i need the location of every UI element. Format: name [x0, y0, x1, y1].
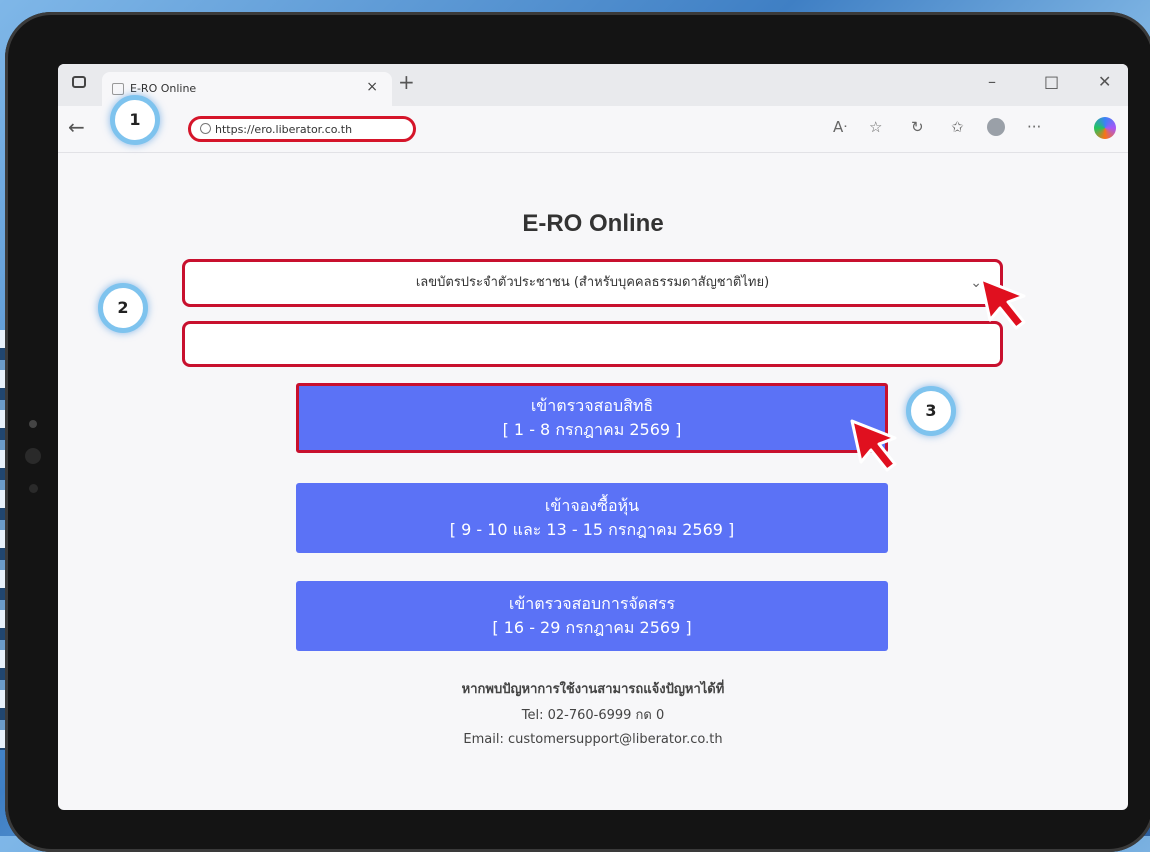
- browser-toolbar: ← https://ero.liberator.co.th Aᐧ ☆ ↻ ✩ ·…: [58, 106, 1128, 153]
- back-button[interactable]: ←: [68, 115, 85, 139]
- address-bar[interactable]: https://ero.liberator.co.th: [188, 116, 416, 142]
- step-1-badge: 1: [110, 95, 160, 145]
- favorites-icon[interactable]: ✩: [951, 118, 964, 136]
- step-3-badge: 3: [906, 386, 956, 436]
- tab-title: E-RO Online: [130, 82, 197, 95]
- contact-email: Email: customersupport@liberator.co.th: [463, 732, 723, 747]
- tab-actions-icon[interactable]: [72, 76, 86, 88]
- page-title: E-RO Online: [522, 210, 664, 237]
- tab-bar: E-RO Online × + – □ ✕: [58, 64, 1128, 106]
- check-allocation-label: เข้าตรวจสอบการจัดสรร: [508, 594, 676, 613]
- copilot-icon[interactable]: [1094, 117, 1116, 139]
- contact-heading: หากพบปัญหาการใช้งานสามารถแจ้งปัญหาได้ที่: [461, 682, 725, 697]
- cursor-arrow-icon: [850, 419, 897, 472]
- lock-icon: [200, 123, 211, 134]
- tablet-frame: E-RO Online × + – □ ✕ ← https://ero.libe…: [5, 12, 1150, 852]
- cursor-arrow-icon: [979, 277, 1026, 330]
- browser-window: E-RO Online × + – □ ✕ ← https://ero.libe…: [58, 64, 1128, 810]
- check-allocation-dates: [ 16 - 29 กรกฎาคม 2569 ]: [492, 618, 692, 637]
- subscribe-shares-button[interactable]: เข้าจองซื้อหุ้น [ 9 - 10 และ 13 - 15 กรก…: [296, 483, 888, 553]
- maximize-button[interactable]: □: [1044, 72, 1059, 91]
- read-aloud-icon[interactable]: Aᐧ: [833, 118, 847, 136]
- id-type-select-value: เลขบัตรประจำตัวประชาชน (สำหรับบุคคลธรรมด…: [415, 275, 770, 290]
- close-tab-button[interactable]: ×: [366, 79, 378, 95]
- new-tab-button[interactable]: +: [398, 70, 415, 94]
- url-text: https://ero.liberator.co.th: [215, 123, 353, 136]
- subscribe-shares-dates: [ 9 - 10 และ 13 - 15 กรกฎาคม 2569 ]: [449, 520, 735, 539]
- sensor-icon: [25, 448, 41, 464]
- minimize-button[interactable]: –: [988, 72, 996, 91]
- subscribe-shares-label: เข้าจองซื้อหุ้น: [544, 496, 640, 515]
- id-number-input[interactable]: [182, 321, 1003, 367]
- id-type-select[interactable]: เลขบัตรประจำตัวประชาชน (สำหรับบุคคลธรรมด…: [182, 259, 1003, 307]
- favicon-icon: [112, 83, 124, 95]
- check-allocation-button[interactable]: เข้าตรวจสอบการจัดสรร [ 16 - 29 กรกฎาคม 2…: [296, 581, 888, 651]
- close-window-button[interactable]: ✕: [1098, 72, 1111, 91]
- contact-tel: Tel: 02-760-6999 กด 0: [521, 708, 665, 723]
- favorite-star-icon[interactable]: ☆: [869, 118, 882, 136]
- check-rights-label: เข้าตรวจสอบสิทธิ: [530, 396, 654, 415]
- more-icon[interactable]: ···: [1027, 118, 1041, 136]
- check-rights-dates: [ 1 - 8 กรกฎาคม 2569 ]: [502, 420, 682, 439]
- check-rights-button[interactable]: เข้าตรวจสอบสิทธิ [ 1 - 8 กรกฎาคม 2569 ]: [296, 383, 888, 453]
- refresh-icon[interactable]: ↻: [911, 118, 924, 136]
- step-2-badge: 2: [98, 283, 148, 333]
- sensor-small-icon: [29, 484, 38, 493]
- camera-icon: [29, 420, 37, 428]
